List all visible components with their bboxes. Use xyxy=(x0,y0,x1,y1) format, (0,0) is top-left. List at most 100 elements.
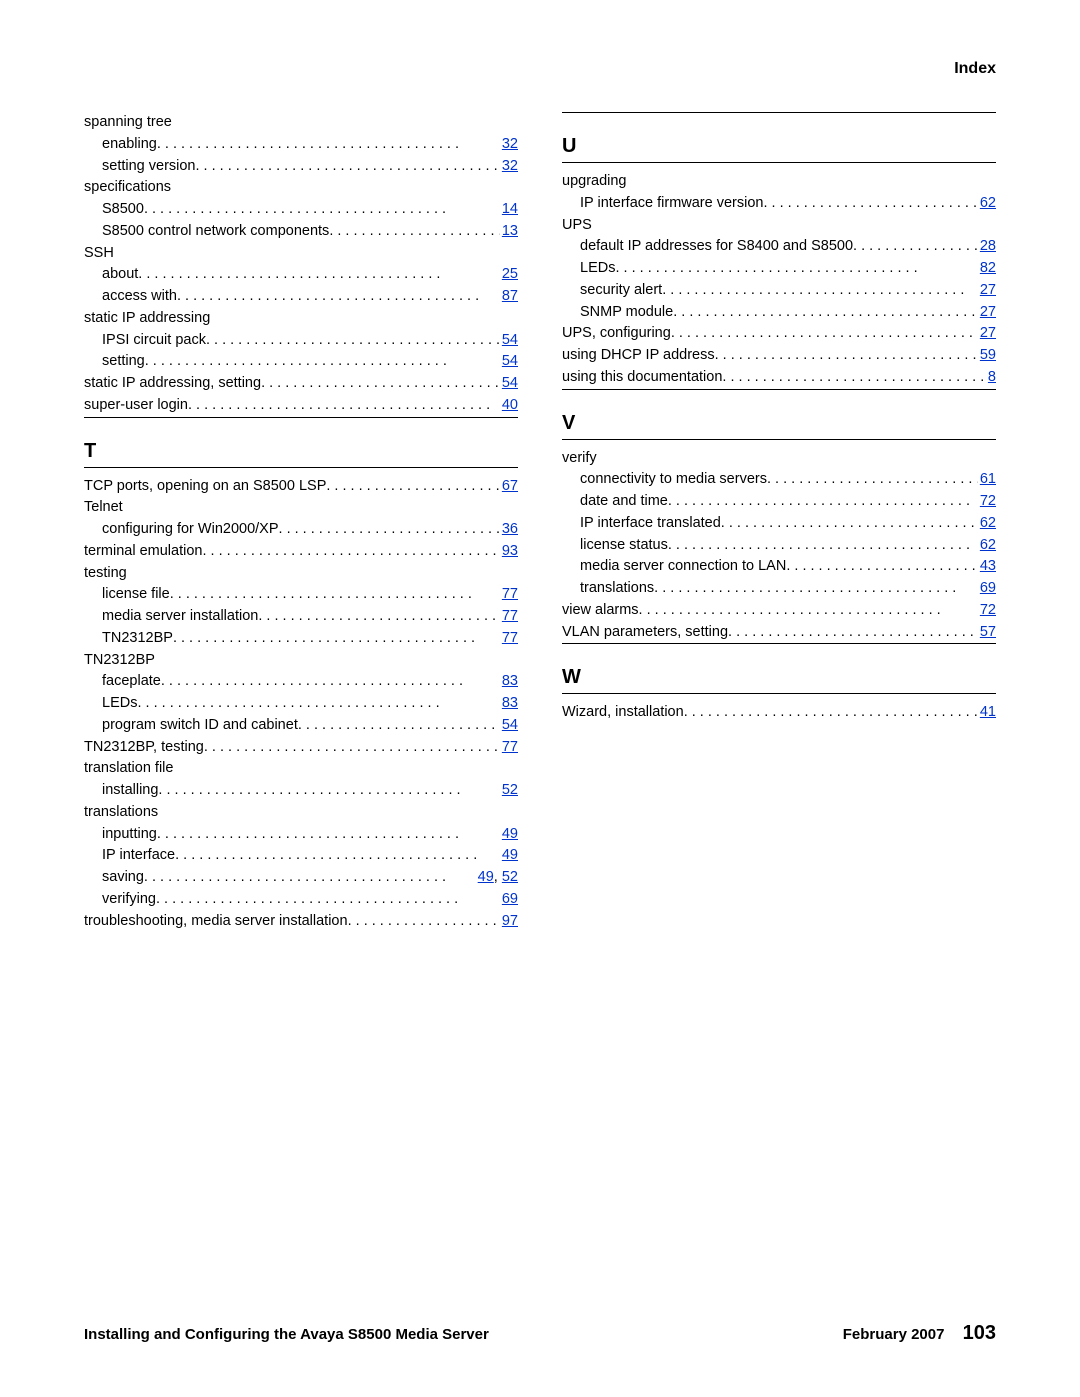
page-link[interactable]: 83 xyxy=(502,695,518,711)
index-entry-label: TCP ports, opening on an S8500 LSP xyxy=(84,476,326,498)
leader-dots xyxy=(673,302,978,324)
index-entry-pages: 27 xyxy=(980,280,996,302)
index-entry: spanning tree xyxy=(84,112,518,134)
index-entry-label: enabling xyxy=(102,134,157,156)
index-entry-pages: 83 xyxy=(502,693,518,715)
page-link[interactable]: 62 xyxy=(980,515,996,531)
index-entry-label: configuring for Win2000/XP xyxy=(102,519,279,541)
leader-dots xyxy=(279,519,500,541)
page-link[interactable]: 67 xyxy=(502,478,518,494)
page-link[interactable]: 59 xyxy=(980,347,996,363)
right-column: UupgradingIP interface firmware version6… xyxy=(562,112,996,932)
page-link[interactable]: 82 xyxy=(980,260,996,276)
page-link[interactable]: 97 xyxy=(502,913,518,929)
leader-dots xyxy=(137,693,499,715)
page-link[interactable]: 72 xyxy=(980,493,996,509)
index-entry: translation file xyxy=(84,758,518,780)
index-entry-label: license file xyxy=(102,584,170,606)
index-entry: TN2312BP, testing 77 xyxy=(84,737,518,759)
index-entry-label: VLAN parameters, setting xyxy=(562,622,728,644)
index-entry-pages: 82 xyxy=(980,258,996,280)
index-entry: media server installation77 xyxy=(84,606,518,628)
index-entry-label: IP interface xyxy=(102,845,175,867)
page-link[interactable]: 57 xyxy=(980,624,996,640)
index-entry-label: setting version xyxy=(102,156,196,178)
leader-dots xyxy=(728,622,978,644)
page-link[interactable]: 32 xyxy=(502,158,518,174)
index-entry-label: default IP addresses for S8400 and S8500 xyxy=(580,236,853,258)
page-link[interactable]: 49 xyxy=(502,847,518,863)
leader-dots xyxy=(668,491,978,513)
page-link[interactable]: 61 xyxy=(980,471,996,487)
page-link[interactable]: 69 xyxy=(502,891,518,907)
page-link[interactable]: 72 xyxy=(980,602,996,618)
page-link[interactable]: 32 xyxy=(502,136,518,152)
page-link[interactable]: 62 xyxy=(980,195,996,211)
index-entry: IP interface firmware version62 xyxy=(562,193,996,215)
leader-dots xyxy=(671,323,978,345)
index-entry: IPSI circuit pack54 xyxy=(84,330,518,352)
leader-dots xyxy=(326,476,499,498)
page-link[interactable]: 54 xyxy=(502,332,518,348)
page-link[interactable]: 77 xyxy=(502,630,518,646)
index-entry: VLAN parameters, setting 57 xyxy=(562,622,996,644)
footer-doc-title: Installing and Configuring the Avaya S85… xyxy=(84,1326,489,1343)
index-entry-label: verifying xyxy=(102,889,156,911)
page-header: Index xyxy=(954,60,996,78)
leader-dots xyxy=(175,845,500,867)
page-link[interactable]: 77 xyxy=(502,739,518,755)
index-entry-pages: 59 xyxy=(980,345,996,367)
page-link[interactable]: 69 xyxy=(980,580,996,596)
page-link[interactable]: 13 xyxy=(502,223,518,239)
page-link[interactable]: 36 xyxy=(502,521,518,537)
index-entry: date and time72 xyxy=(562,491,996,513)
leader-dots xyxy=(145,351,500,373)
page-link[interactable]: 87 xyxy=(502,288,518,304)
index-entry-pages: 77 xyxy=(502,628,518,650)
page-link[interactable]: 93 xyxy=(502,543,518,559)
page-link[interactable]: 83 xyxy=(502,673,518,689)
index-entry-label: terminal emulation xyxy=(84,541,202,563)
page-link[interactable]: 28 xyxy=(980,238,996,254)
index-content: spanning treeenabling 32 setting version 32… xyxy=(84,112,996,932)
page-link[interactable]: 41 xyxy=(980,704,996,720)
page-link[interactable]: 62 xyxy=(980,537,996,553)
page-link[interactable]: 52 xyxy=(502,869,518,885)
page-link[interactable]: 54 xyxy=(502,375,518,391)
page-link[interactable]: 43 xyxy=(980,558,996,574)
leader-dots xyxy=(138,264,500,286)
page-link[interactable]: 40 xyxy=(502,397,518,413)
page-link[interactable]: 49 xyxy=(502,826,518,842)
index-entry: SNMP module27 xyxy=(562,302,996,324)
index-entry-label: SSH xyxy=(84,243,114,265)
page-link[interactable]: 8 xyxy=(988,369,996,385)
index-entry-pages: 32 xyxy=(502,156,518,178)
index-entry-label: program switch ID and cabinet xyxy=(102,715,298,737)
index-entry: UPS xyxy=(562,215,996,237)
page-link[interactable]: 52 xyxy=(502,782,518,798)
page-link[interactable]: 27 xyxy=(980,282,996,298)
index-entry-pages: 77 xyxy=(502,584,518,606)
leader-dots xyxy=(767,469,978,491)
index-entry-pages: 83 xyxy=(502,671,518,693)
page-link[interactable]: 27 xyxy=(980,304,996,320)
index-entry: security alert27 xyxy=(562,280,996,302)
page-link[interactable]: 49 xyxy=(478,869,494,885)
footer-right: February 2007 103 xyxy=(843,1322,996,1345)
index-entry-label: TN2312BP, testing xyxy=(84,737,204,759)
page-link[interactable]: 14 xyxy=(502,201,518,217)
leader-dots xyxy=(156,889,500,911)
section-divider xyxy=(562,112,996,113)
index-entry-pages: 61 xyxy=(980,469,996,491)
page-link[interactable]: 25 xyxy=(502,266,518,282)
page-link[interactable]: 77 xyxy=(502,608,518,624)
page-link[interactable]: 54 xyxy=(502,353,518,369)
index-entry: connectivity to media servers61 xyxy=(562,469,996,491)
page-link[interactable]: 27 xyxy=(980,325,996,341)
index-entry: configuring for Win2000/XP 36 xyxy=(84,519,518,541)
index-entry-pages: 41 xyxy=(980,702,996,724)
page-link[interactable]: 77 xyxy=(502,586,518,602)
leader-dots xyxy=(639,600,978,622)
index-entry-label: saving xyxy=(102,867,144,889)
page-link[interactable]: 54 xyxy=(502,717,518,733)
